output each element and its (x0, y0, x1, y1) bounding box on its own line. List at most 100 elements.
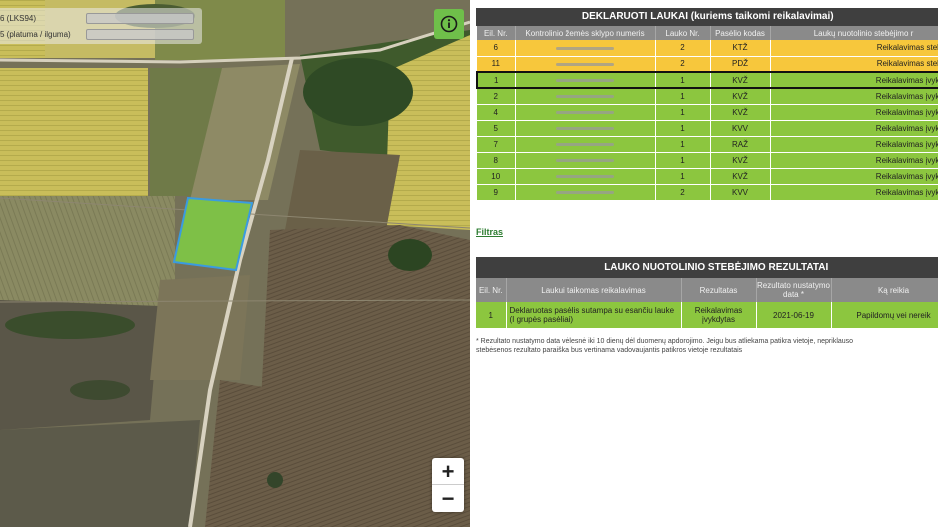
table-row[interactable]: 5 1KVVReikalavimas įvykdyta (477, 120, 938, 137)
result-date: 2021-06-19 (756, 302, 832, 328)
table-row[interactable]: 10 1KVŽReikalavimas įvykdyta (477, 168, 938, 185)
row-parcel-number (515, 40, 656, 57)
row-status: Reikalavimas įvykdyta (770, 88, 938, 105)
table-row[interactable]: 2 1KVŽReikalavimas įvykdyta (477, 88, 938, 105)
coord-value-latlon (86, 29, 194, 40)
row-nr: 7 (477, 136, 516, 153)
col-header-requirement: Laukui taikomas reikalavimas (506, 278, 682, 302)
declared-fields-table: DEKLARUOTI LAUKAI (kuriems taikomi reika… (476, 8, 938, 201)
row-crop-code: KVŽ (710, 104, 771, 121)
map-view[interactable]: 6 (LKS94) 5 (platuma / ilguma) + − (0, 0, 470, 527)
row-nr: 9 (477, 184, 516, 201)
row-status: Reikalavimas įvykdyta (770, 184, 938, 201)
row-field-number: 1 (655, 88, 711, 105)
row-field-number: 2 (655, 40, 711, 57)
row-parcel-number (515, 168, 656, 185)
row-crop-code: KVŽ (710, 152, 771, 169)
monitoring-results-title: LAUKO NUOTOLINIO STEBĖJIMO REZULTATAI (476, 257, 938, 278)
row-field-number: 2 (655, 184, 711, 201)
row-field-number: 1 (655, 152, 711, 169)
row-crop-code: KVV (710, 120, 771, 137)
footnote: * Rezultato nustatymo data vėlesnė iki 1… (476, 337, 938, 355)
row-crop-code: KVV (710, 184, 771, 201)
col-header-action: Ką reikia (831, 278, 938, 302)
redacted-parcel-number (556, 158, 614, 162)
table-row[interactable]: 8 1KVŽReikalavimas įvykdyta (477, 152, 938, 169)
col-header-nr: Eil. Nr. (477, 26, 516, 40)
col-header-field: Lauko Nr. (655, 26, 711, 40)
redacted-parcel-number (556, 126, 614, 130)
table-header-row: Eil. Nr. Kontrolinio žemės sklypo numeri… (477, 26, 938, 40)
coord-value-lks94 (86, 13, 194, 24)
table-header-row: Eil. Nr. Laukui taikomas reikalavimas Re… (476, 278, 938, 302)
footnote-line-1: * Rezultato nustatymo data vėlesnė iki 1… (476, 338, 854, 345)
row-parcel-number (515, 88, 656, 105)
row-nr: 4 (477, 104, 516, 121)
declared-fields-title: DEKLARUOTI LAUKAI (kuriems taikomi reika… (476, 8, 938, 26)
row-field-number: 1 (655, 104, 711, 121)
row-field-number: 1 (655, 168, 711, 185)
row-nr: 6 (477, 40, 516, 57)
table-row[interactable]: 6 2KTŽReikalavimas stebima (477, 40, 938, 57)
row-crop-code: PDŽ (710, 56, 771, 73)
row-nr: 8 (477, 152, 516, 169)
row-field-number: 1 (655, 120, 711, 137)
filter-link[interactable]: Filtras (476, 227, 503, 237)
row-nr: 10 (477, 168, 516, 185)
satellite-imagery (0, 0, 470, 527)
row-field-number: 1 (655, 136, 711, 153)
col-header-crop: Pasėlio kodas (710, 26, 771, 40)
row-crop-code: KTŽ (710, 40, 771, 57)
table-row[interactable]: 1 Deklaruotas pasėlis sutampa su esančiu… (476, 302, 938, 328)
result-nr: 1 (476, 302, 507, 328)
coordinate-display: 6 (LKS94) 5 (platuma / ilguma) (0, 8, 202, 44)
row-status: Reikalavimas įvykdyta (770, 152, 938, 169)
col-header-parcel: Kontrolinio žemės sklypo numeris (515, 26, 656, 40)
row-parcel-number (515, 120, 656, 137)
monitoring-results-table: LAUKO NUOTOLINIO STEBĖJIMO REZULTATAI Ei… (476, 257, 938, 328)
redacted-parcel-number (556, 95, 614, 99)
redacted-parcel-number (556, 78, 614, 82)
row-crop-code: RAŽ (710, 136, 771, 153)
info-button[interactable] (434, 9, 464, 39)
redacted-parcel-number (556, 142, 614, 146)
zoom-control: + − (432, 458, 464, 512)
coord-system-latlon-label: 5 (platuma / ilguma) (0, 30, 71, 39)
zoom-in-button[interactable]: + (432, 458, 464, 485)
info-icon (440, 15, 458, 33)
table-row[interactable]: 11 2PDŽReikalavimas stebima (477, 56, 938, 73)
row-crop-code: KVŽ (710, 71, 771, 89)
row-nr: 11 (477, 56, 516, 73)
row-status: Reikalavimas įvykdyta (770, 136, 938, 153)
row-parcel-number (515, 71, 656, 89)
col-header-date: Rezultato nustatymo data * (756, 278, 832, 302)
result-action: Papildomų vei nereik (831, 302, 938, 328)
table-row[interactable]: 7 1RAŽReikalavimas įvykdyta (477, 136, 938, 153)
col-header-result: Rezultatas (681, 278, 757, 302)
row-parcel-number (515, 136, 656, 153)
redacted-parcel-number (556, 174, 614, 178)
redacted-parcel-number (556, 110, 614, 114)
table-row[interactable]: 11KVŽReikalavimas įvykdyta (476, 71, 938, 89)
row-status: Reikalavimas stebima (770, 40, 938, 57)
zoom-out-button[interactable]: − (432, 485, 464, 512)
redacted-parcel-number (556, 190, 614, 194)
col-header-status: Laukų nuotolinio stebėjimo r (770, 26, 938, 40)
row-field-number: 2 (655, 56, 711, 73)
row-nr: 2 (477, 88, 516, 105)
row-field-number: 1 (655, 71, 711, 89)
row-nr: 1 (476, 71, 516, 89)
row-status: Reikalavimas įvykdyta (770, 104, 938, 121)
row-status: Reikalavimas įvykdyta (770, 71, 938, 89)
row-status: Reikalavimas įvykdyta (770, 120, 938, 137)
coord-system-lks94-label: 6 (LKS94) (0, 14, 37, 23)
row-crop-code: KVŽ (710, 168, 771, 185)
row-nr: 5 (477, 120, 516, 137)
row-parcel-number (515, 104, 656, 121)
row-parcel-number (515, 184, 656, 201)
table-row[interactable]: 9 2KVVReikalavimas įvykdyta (477, 184, 938, 201)
row-parcel-number (515, 152, 656, 169)
table-row[interactable]: 4 1KVŽReikalavimas įvykdyta (477, 104, 938, 121)
result-status: Reikalavimas įvykdytas (681, 302, 757, 328)
col-header-nr: Eil. Nr. (476, 278, 507, 302)
